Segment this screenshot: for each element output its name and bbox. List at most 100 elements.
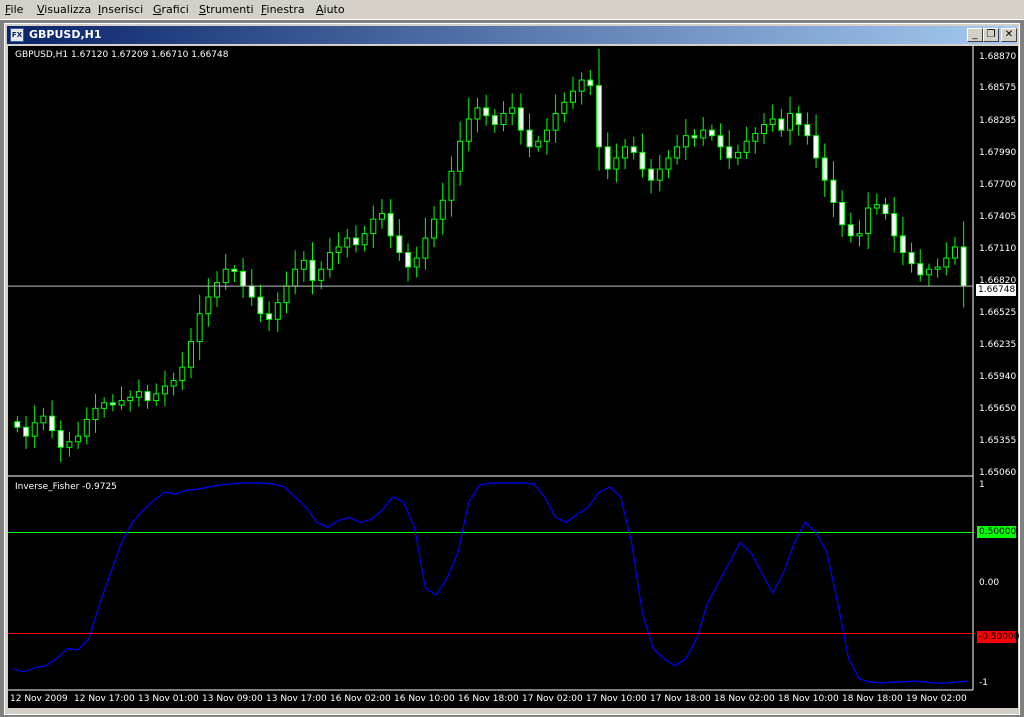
candle-body bbox=[109, 402, 116, 406]
candle-body bbox=[552, 112, 559, 131]
candle-body bbox=[127, 396, 134, 402]
restore-button[interactable]: ❐ bbox=[983, 28, 999, 42]
candle-body bbox=[283, 285, 290, 304]
candle-body bbox=[700, 129, 707, 139]
candle-body bbox=[873, 204, 880, 209]
candle-body bbox=[49, 415, 56, 432]
candle-body bbox=[214, 282, 221, 298]
chart-plot-area[interactable]: GBPUSD,H1 1.67120 1.67209 1.66710 1.6674… bbox=[8, 46, 1020, 708]
date-tick: 17 Nov 02:00 bbox=[522, 694, 583, 704]
candle-body bbox=[431, 218, 438, 239]
date-tick: 19 Nov 02:00 bbox=[906, 694, 967, 704]
candle-body bbox=[23, 426, 30, 437]
level-low-label: -0.50000 bbox=[977, 631, 1020, 643]
date-tick: 16 Nov 18:00 bbox=[458, 694, 519, 704]
candle-body bbox=[604, 146, 611, 170]
candle-body bbox=[760, 124, 767, 134]
price-tick: 1.65650 bbox=[979, 404, 1017, 414]
menu-finestra[interactable]: Finestra bbox=[261, 3, 305, 16]
price-tick: 1.66235 bbox=[979, 340, 1017, 350]
candle-body bbox=[118, 400, 125, 406]
candle-body bbox=[717, 135, 724, 148]
indicator-tick: -1 bbox=[979, 678, 988, 688]
indicator-tick: 1 bbox=[979, 480, 985, 490]
candle-body bbox=[960, 246, 967, 287]
candle-body bbox=[352, 237, 359, 246]
candle-body bbox=[839, 201, 846, 226]
menu-file-label: ile bbox=[10, 3, 24, 16]
candle-body bbox=[865, 207, 872, 235]
date-tick: 12 Nov 17:00 bbox=[74, 694, 135, 704]
candle-body bbox=[396, 235, 403, 254]
candle-body bbox=[465, 118, 472, 142]
candle-body bbox=[596, 85, 603, 148]
candle-body bbox=[491, 115, 498, 126]
price-tick: 1.66525 bbox=[979, 308, 1017, 318]
minimize-button[interactable]: _ bbox=[967, 28, 983, 42]
candle-body bbox=[318, 268, 325, 281]
candle-body bbox=[57, 430, 64, 448]
menu-aiuto[interactable]: Aiuto bbox=[316, 3, 345, 16]
chart-window-titlebar[interactable]: FX GBPUSD,H1 _ ❐ ✕ bbox=[7, 26, 1017, 44]
candle-body bbox=[257, 296, 264, 315]
candle-body bbox=[778, 118, 785, 131]
candle-body bbox=[639, 151, 646, 170]
candle-body bbox=[569, 90, 576, 103]
menu-strumenti-mnemonic: S bbox=[199, 3, 206, 16]
indicator-tick: 0.00 bbox=[979, 578, 1000, 588]
date-tick: 13 Nov 17:00 bbox=[266, 694, 327, 704]
menu-grafici-label: rafici bbox=[161, 3, 189, 16]
candle-body bbox=[240, 270, 247, 287]
candle-body bbox=[613, 157, 620, 170]
candle-body bbox=[179, 366, 186, 382]
candle-body bbox=[891, 213, 898, 237]
candle-body bbox=[795, 112, 802, 126]
date-tick: 16 Nov 02:00 bbox=[330, 694, 391, 704]
candle-body bbox=[543, 129, 550, 142]
price-tick: 1.65060 bbox=[979, 468, 1017, 478]
candle-body bbox=[405, 252, 412, 268]
candle-body bbox=[274, 302, 281, 320]
chart-window-icon: FX bbox=[10, 28, 24, 42]
menu-strumenti[interactable]: Strumenti bbox=[199, 3, 254, 16]
candle-body bbox=[370, 218, 377, 235]
candle-body bbox=[752, 132, 759, 142]
candle-body bbox=[344, 237, 351, 248]
price-tick: 1.65940 bbox=[979, 372, 1017, 382]
menu-visualizza[interactable]: Visualizza bbox=[37, 3, 91, 16]
menu-grafici[interactable]: Grafici bbox=[153, 3, 189, 16]
menu-file[interactable]: File bbox=[5, 3, 23, 16]
candle-body bbox=[847, 224, 854, 237]
candle-body bbox=[734, 151, 741, 159]
chart-canvas[interactable] bbox=[8, 46, 1018, 708]
candle-body bbox=[587, 79, 594, 87]
date-tick: 16 Nov 10:00 bbox=[394, 694, 455, 704]
candle-body bbox=[83, 418, 90, 437]
candle-body bbox=[92, 407, 99, 420]
menu-inserisci[interactable]: Inserisci bbox=[98, 3, 143, 16]
candle-body bbox=[413, 257, 420, 268]
candle-body bbox=[187, 341, 194, 368]
price-tick: 1.68575 bbox=[979, 83, 1017, 93]
price-tick: 1.67405 bbox=[979, 212, 1017, 222]
current-price-label: 1.66748 bbox=[976, 284, 1016, 296]
menu-bar: File Visualizza Inserisci Grafici Strume… bbox=[0, 0, 1024, 20]
candle-body bbox=[387, 213, 394, 237]
candle-body bbox=[422, 237, 429, 259]
ohlc-readout: GBPUSD,H1 1.67120 1.67209 1.66710 1.6674… bbox=[15, 50, 229, 60]
level-high-label: 0.50000 bbox=[977, 526, 1017, 538]
candle-body bbox=[300, 259, 307, 270]
candle-body bbox=[856, 233, 863, 237]
candle-body bbox=[882, 204, 889, 215]
candle-body bbox=[943, 257, 950, 268]
close-button[interactable]: ✕ bbox=[1001, 28, 1017, 42]
menu-aiuto-label: iuto bbox=[323, 3, 345, 16]
price-tick: 1.68285 bbox=[979, 116, 1017, 126]
candle-body bbox=[457, 140, 464, 172]
candle-body bbox=[144, 391, 151, 402]
candle-body bbox=[153, 393, 160, 402]
candle-body bbox=[509, 107, 516, 114]
date-tick: 18 Nov 02:00 bbox=[714, 694, 775, 704]
candle-body bbox=[951, 246, 958, 259]
candle-body bbox=[526, 129, 533, 148]
